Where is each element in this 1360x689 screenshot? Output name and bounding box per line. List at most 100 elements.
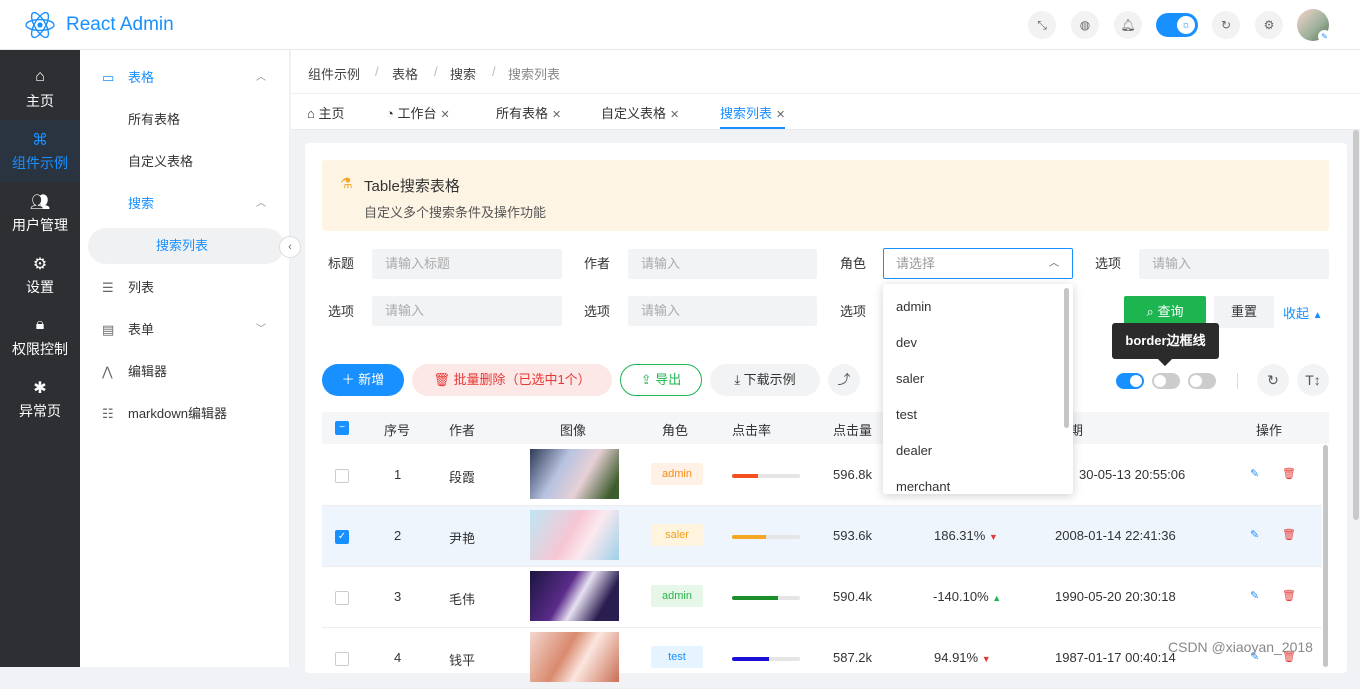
reload-button[interactable]: ↻ <box>1257 364 1289 396</box>
row-image[interactable] <box>530 449 619 499</box>
language-icon[interactable]: ◍ <box>1071 11 1099 39</box>
download-sample-button[interactable]: ⤓ 下载示例 <box>710 364 820 396</box>
table-row[interactable]: 3 毛伟 admin 590.4k -140.10% ▲ 1990-05-20 … <box>322 567 1322 628</box>
tab-label: 主页 <box>318 106 345 121</box>
option-input[interactable]: 请输入 <box>1139 249 1329 279</box>
menu-group-search[interactable]: 搜索 <box>128 187 154 221</box>
breadcrumb-item[interactable]: 表格 <box>392 64 418 83</box>
sidebar-item-settings[interactable]: ⚙ 设置 <box>0 244 80 306</box>
sidebar-item-permissions[interactable]: 🔒︎ 权限控制 <box>0 306 80 368</box>
row-image[interactable] <box>530 632 619 682</box>
tab-label: 工作台 <box>397 106 437 121</box>
row-image[interactable] <box>530 571 619 621</box>
menu-item-markdown-editor[interactable]: ☷ markdown编辑器 <box>102 397 227 431</box>
edit-icon[interactable]: ✎ <box>1250 589 1259 602</box>
row-image[interactable] <box>530 510 619 560</box>
menu-item-editor[interactable]: ⋀ 编辑器 <box>102 355 167 389</box>
size-switch[interactable] <box>1188 373 1216 389</box>
page-scrollbar[interactable] <box>1353 130 1359 520</box>
tab-label: 搜索列表 <box>720 106 773 121</box>
author-input[interactable]: 请输入 <box>628 249 817 279</box>
close-icon[interactable]: ✕ <box>552 109 561 121</box>
close-icon[interactable]: ✕ <box>670 109 679 121</box>
chevron-down-icon[interactable]: ﹀ <box>256 313 266 347</box>
collapse-sidebar-button[interactable]: ‹ <box>279 236 301 258</box>
plus-icon: ＋ <box>341 372 359 387</box>
avatar[interactable]: ✎ <box>1297 9 1331 43</box>
option-input[interactable]: 请输入 <box>372 296 562 326</box>
row-checkbox[interactable] <box>335 469 349 483</box>
close-icon[interactable]: ✕ <box>440 109 449 121</box>
fullscreen-icon[interactable]: ⤡ <box>1028 11 1056 39</box>
sidebar-item-components[interactable]: ⌘ 组件示例 <box>0 120 80 182</box>
column-header: 角色 <box>662 423 689 438</box>
role-select[interactable]: 请选择 ︿ <box>883 248 1073 279</box>
row-clicks: 596.8k <box>833 467 873 482</box>
settings-gear-icon[interactable]: ⚙ <box>1255 11 1283 39</box>
row-index: 2 <box>394 528 402 543</box>
dropdown-option[interactable]: test <box>896 407 917 422</box>
refresh-icon[interactable]: ↻ <box>1212 11 1240 39</box>
menu-item-search-list[interactable]: 搜索列表 <box>88 228 284 264</box>
stripe-switch[interactable] <box>1116 373 1144 389</box>
menu-item-form[interactable]: ▤ 表单 <box>102 313 154 347</box>
table-scrollbar[interactable] <box>1323 445 1328 667</box>
delete-icon[interactable]: 🗑︎ <box>1282 528 1296 541</box>
tab-custom-table[interactable]: 自定义表格 ✕ <box>601 103 679 129</box>
theme-toggle[interactable]: ☼ <box>1156 13 1198 37</box>
menu-item-custom-table[interactable]: 自定义表格 <box>128 145 193 179</box>
menu-item-list[interactable]: ☰ 列表 <box>102 271 154 305</box>
option-input[interactable]: 请输入 <box>628 296 817 326</box>
close-icon[interactable]: ✕ <box>776 109 785 121</box>
table-row[interactable]: ✓ 2 尹艳 saler 593.6k 186.31% ▼ 2008-01-14… <box>322 506 1322 567</box>
table-row[interactable]: 4 钱平 test 587.2k 94.91% ▼ 1987-01-17 00:… <box>322 628 1322 689</box>
row-checkbox[interactable] <box>335 591 349 605</box>
column-settings-button[interactable]: T↕ <box>1297 364 1329 396</box>
row-checkbox[interactable] <box>335 652 349 666</box>
menu-label: 搜索列表 <box>156 238 209 253</box>
collapse-filters-link[interactable]: 收起 ▲ <box>1283 303 1323 322</box>
edit-icon[interactable]: ✎ <box>1250 528 1259 541</box>
chevron-up-icon[interactable]: ︿ <box>256 187 266 221</box>
select-all-checkbox[interactable]: − <box>335 421 349 435</box>
menu-group-table[interactable]: ▭ 表格 <box>102 61 154 95</box>
batch-delete-button[interactable]: 🗑︎ 批量删除（已选中1个） <box>412 364 612 396</box>
delete-icon[interactable]: 🗑︎ <box>1282 467 1296 480</box>
breadcrumb-item: 搜索列表 <box>508 67 561 82</box>
dropdown-scrollbar[interactable] <box>1064 288 1069 428</box>
dropdown-option[interactable]: admin <box>896 299 931 314</box>
tab-home[interactable]: ⌂ 主页 <box>307 103 344 129</box>
filter-label-title: 标题 <box>328 256 355 271</box>
app-logo[interactable]: React Admin <box>24 10 174 40</box>
share-button[interactable]: ⤴ <box>828 364 860 396</box>
switch-knob <box>1130 375 1142 387</box>
dropdown-option[interactable]: merchant <box>896 479 950 494</box>
tab-workbench[interactable]: ◔ 工作台 ✕ <box>386 103 450 129</box>
edit-icon[interactable]: ✎ <box>1250 467 1259 480</box>
table-row[interactable]: 1 段霞 admin 596.8k 30-05-13 20:55:06 ✎ 🗑︎ <box>322 445 1322 506</box>
sidebar-item-users[interactable]: 👥︎ 用户管理 <box>0 182 80 244</box>
add-button[interactable]: ＋ 新增 <box>322 364 404 396</box>
chevron-up-icon: ︿ <box>1049 258 1059 269</box>
sidebar-item-errors[interactable]: ✱ 异常页 <box>0 368 80 430</box>
sidebar-item-home[interactable]: ⌂ 主页 <box>0 58 80 120</box>
row-date: 30-05-13 20:55:06 <box>1079 467 1186 482</box>
menu-item-all-tables[interactable]: 所有表格 <box>128 103 180 137</box>
chevron-up-icon[interactable]: ︿ <box>256 61 266 95</box>
breadcrumb-item[interactable]: 搜索 <box>450 64 476 83</box>
app-title: React Admin <box>66 14 174 35</box>
breadcrumb-item[interactable]: 组件示例 <box>308 64 360 83</box>
dropdown-option[interactable]: dev <box>896 335 917 350</box>
tab-all-tables[interactable]: 所有表格 ✕ <box>496 103 561 129</box>
reset-button[interactable]: 重置 <box>1214 296 1274 328</box>
delete-icon[interactable]: 🗑︎ <box>1282 589 1296 602</box>
dropdown-option[interactable]: saler <box>896 371 924 386</box>
react-logo-icon <box>25 11 55 39</box>
tab-search-list[interactable]: 搜索列表 ✕ <box>720 103 786 129</box>
title-input[interactable]: 请输入标题 <box>372 249 562 279</box>
border-switch[interactable] <box>1152 373 1180 389</box>
dropdown-option[interactable]: dealer <box>896 443 932 458</box>
row-checkbox[interactable]: ✓ <box>335 530 349 544</box>
bell-icon[interactable]: 🔔︎ <box>1114 11 1142 39</box>
export-button[interactable]: ⇪ 导出 <box>620 364 702 396</box>
